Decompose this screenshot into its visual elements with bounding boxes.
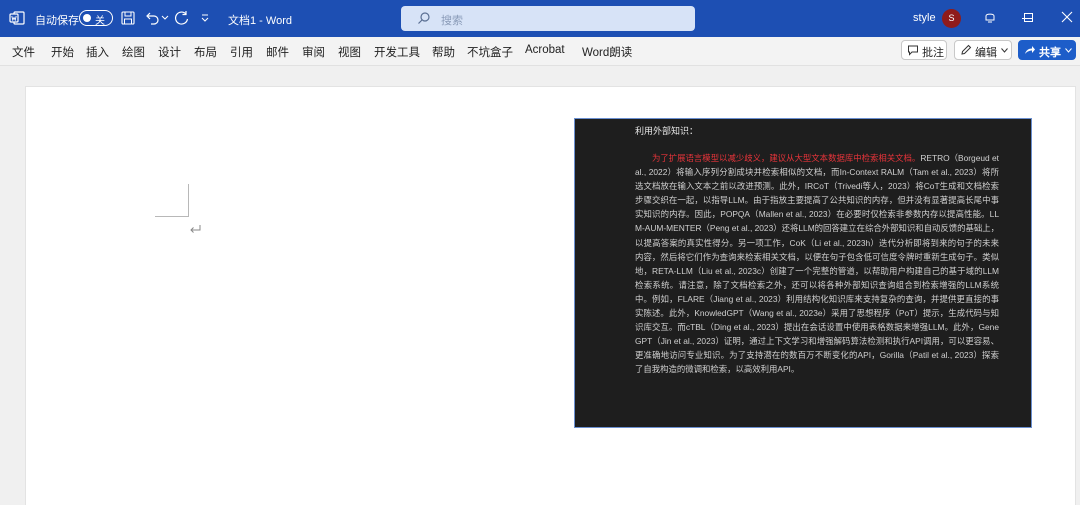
- tab-developer[interactable]: 开发工具: [374, 44, 420, 60]
- toggle-knob: [83, 14, 91, 22]
- tab-help[interactable]: 帮助: [432, 44, 455, 60]
- tab-word-read[interactable]: Word朗读: [582, 44, 632, 60]
- image-body-text: 为了扩展语言模型以减少歧义，建议从大型文本数据库中检索相关文档。RETRO（Bo…: [635, 151, 999, 377]
- comments-button[interactable]: 批注: [901, 40, 947, 60]
- image-heading: 利用外部知识：: [635, 126, 699, 136]
- tab-home[interactable]: 开始: [51, 44, 74, 60]
- chevron-down-icon[interactable]: [161, 15, 169, 21]
- share-label: 共享: [1039, 47, 1061, 59]
- tab-references[interactable]: 引用: [230, 44, 253, 60]
- autosave-toggle[interactable]: 关: [79, 10, 113, 27]
- embedded-image[interactable]: 利用外部知识： 为了扩展语言模型以减少歧义，建议从大型文本数据库中检索相关文档。…: [574, 118, 1032, 428]
- margin-guide: [155, 216, 188, 217]
- user-name[interactable]: style: [913, 12, 936, 24]
- save-icon[interactable]: [120, 10, 136, 26]
- tab-mailings[interactable]: 邮件: [266, 44, 289, 60]
- undo-icon[interactable]: [144, 10, 160, 26]
- tab-design[interactable]: 设计: [158, 44, 181, 60]
- document-title: 文档1 - Word: [228, 15, 292, 27]
- editing-button[interactable]: 编辑: [954, 40, 1012, 60]
- comments-label: 批注: [922, 47, 944, 59]
- word-logo-icon[interactable]: [9, 10, 25, 26]
- tab-review[interactable]: 审阅: [302, 44, 325, 60]
- close-icon[interactable]: [1060, 10, 1074, 24]
- search-icon: [418, 12, 430, 24]
- redo-icon[interactable]: [174, 10, 190, 26]
- search-input[interactable]: 搜索: [401, 6, 695, 31]
- chevron-down-icon: [1001, 48, 1008, 53]
- autosave-state: 关: [95, 16, 105, 27]
- maximize-icon[interactable]: [1024, 13, 1033, 22]
- share-icon: [1025, 46, 1035, 54]
- tab-draw[interactable]: 绘图: [122, 44, 145, 60]
- customize-toolbar-icon[interactable]: [200, 14, 210, 22]
- tab-file[interactable]: 文件: [12, 44, 35, 60]
- avatar[interactable]: S: [942, 9, 961, 28]
- paragraph-mark-icon: [190, 225, 201, 233]
- title-bar: 自动保存 关 文档1 - Word 搜索 style S: [0, 0, 1080, 37]
- autosave-label: 自动保存: [35, 15, 79, 27]
- share-button[interactable]: 共享: [1018, 40, 1076, 60]
- tab-bukeng-box[interactable]: 不坑盒子: [467, 44, 513, 60]
- tab-insert[interactable]: 插入: [86, 44, 109, 60]
- image-paragraph-text: RETRO（Borgeud et al., 2022）将输入序列分割成块并检索相…: [635, 153, 1000, 375]
- image-highlight-text: 为了扩展语言模型以减少歧义，建议从大型文本数据库中检索相关文档。: [652, 153, 921, 163]
- search-placeholder: 搜索: [441, 15, 463, 27]
- margin-guide: [188, 184, 189, 217]
- tab-acrobat[interactable]: Acrobat: [525, 44, 565, 56]
- tab-view[interactable]: 视图: [338, 44, 361, 60]
- pencil-icon: [961, 44, 972, 55]
- tab-layout[interactable]: 布局: [194, 44, 217, 60]
- ribbon-options-icon[interactable]: [983, 11, 997, 25]
- comment-icon: [908, 45, 918, 56]
- chevron-down-icon[interactable]: [1065, 48, 1072, 53]
- editing-label: 编辑: [975, 47, 997, 59]
